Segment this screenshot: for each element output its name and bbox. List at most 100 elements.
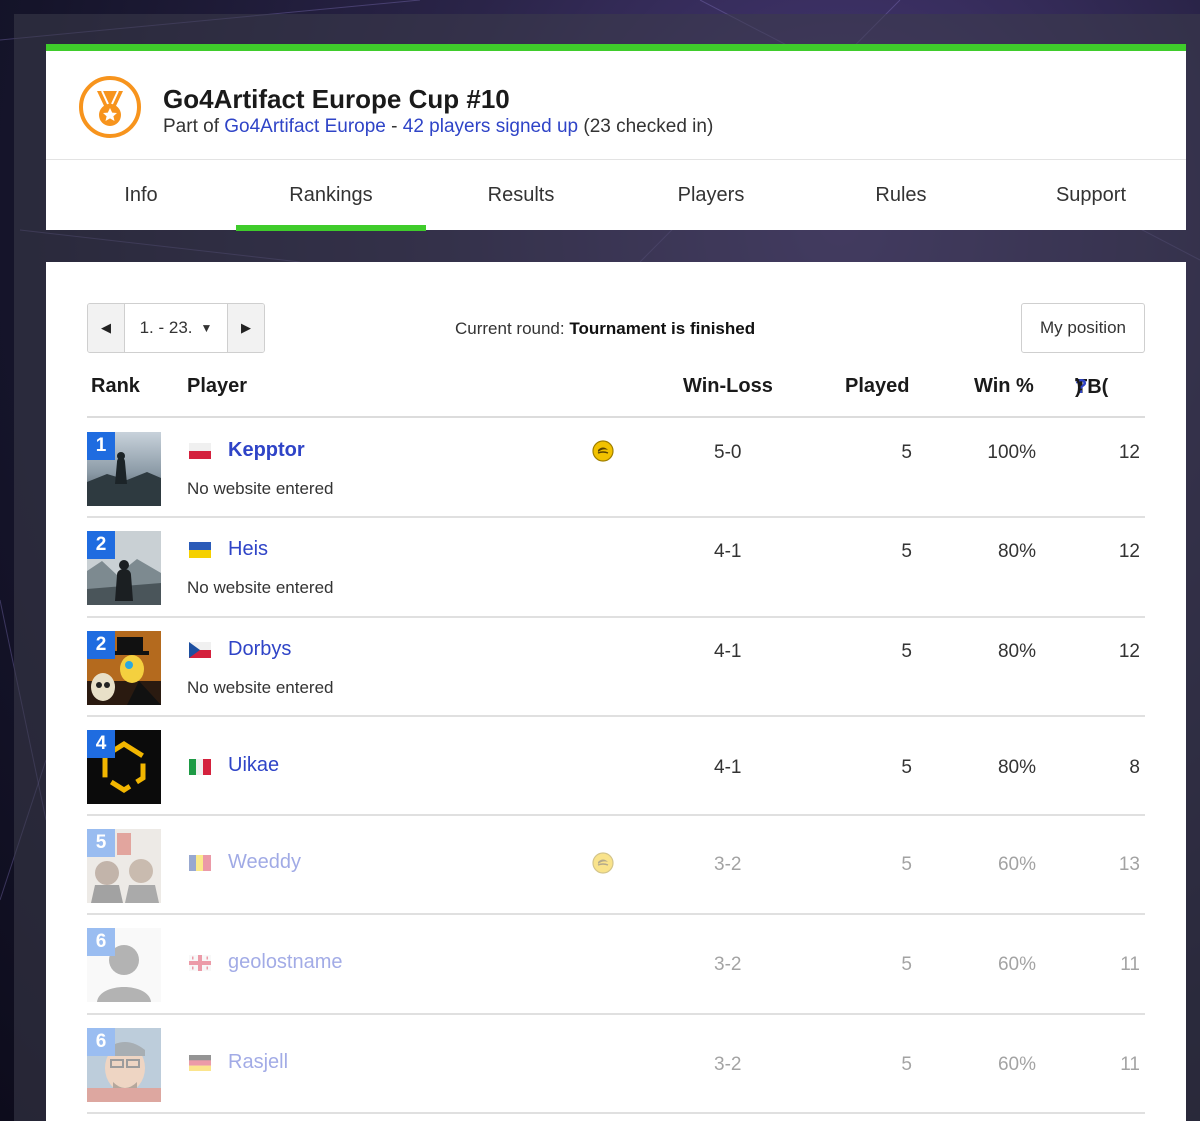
player-avatar[interactable]: 5 [87,829,161,904]
tournament-tabs: Info Rankings Results Players Rules Supp… [46,160,1186,231]
tab-results[interactable]: Results [426,160,616,230]
tiebreaker-value: 13 [1118,854,1140,876]
prev-page-button[interactable]: ◀ [88,304,125,352]
table-row: 2 Dorbys No website entered 4-1 5 80% 12 [87,618,1145,717]
tournament-header: Go4Artifact Europe Cup #10 Part of Go4Ar… [46,44,1186,231]
tournament-subtitle: Part of Go4Artifact Europe - 42 players … [163,116,713,138]
rankings-panel: ◀ 1. - 23. ▼ ▶ Current round: Tournament… [46,262,1186,1121]
tab-rankings[interactable]: Rankings [236,160,426,231]
tiebreaker-value: 11 [1120,1053,1140,1075]
flag-poland-icon [189,443,211,459]
rank-badge: 2 [87,531,115,560]
tiebreaker-value: 8 [1129,756,1140,778]
player-avatar[interactable]: 6 [87,1027,161,1102]
tiebreaker-value: 12 [1118,541,1140,563]
header-win-loss: Win-Loss [683,375,773,397]
flag-italy-icon [189,758,211,775]
premium-coin-icon [592,440,614,462]
header-win-pct: Win % [974,375,1034,397]
player-avatar[interactable]: 4 [87,729,161,804]
current-round-label: Current round: [455,319,565,338]
flag-georgia-icon [189,955,211,972]
table-row: 5 Weeddy 3-2 5 60% 13 [87,816,1145,916]
player-website: No website entered [187,479,334,498]
player-name[interactable]: Dorbys [228,638,291,661]
player-name[interactable]: Heis [228,538,268,561]
played-value: 5 [901,756,912,778]
win-pct-value: 60% [997,854,1036,876]
signed-up-link[interactable]: 42 players signed up [403,116,578,137]
rankings-table-header: Rank Player Win-Loss Played Win % TB( ? … [87,374,1145,418]
player-name[interactable]: Uikae [228,754,279,777]
win-loss-value: 4-1 [714,541,742,563]
player-avatar[interactable]: 6 [87,928,161,1003]
table-row: 6 geolostname 3-2 5 60% 11 [87,915,1145,1015]
table-row: 1 Kepptor No website entered 5-0 5 100% … [87,419,1145,519]
tab-rules[interactable]: Rules [806,160,996,230]
rank-badge: 2 [87,630,115,659]
tiebreaker-value: 12 [1118,640,1140,662]
header-rank: Rank [91,375,140,397]
tab-info[interactable]: Info [46,160,236,230]
win-pct-value: 60% [997,1053,1036,1075]
rank-badge: 4 [87,729,115,758]
player-name[interactable]: Rasjell [228,1051,288,1074]
current-round-value: Tournament is finished [569,319,756,338]
current-round: Current round: Tournament is finished [455,319,755,339]
range-value: 1. - 23. [139,318,193,337]
premium-coin-icon [592,852,614,874]
win-loss-value: 4-1 [714,756,742,778]
checked-in-count: (23 checked in) [583,116,714,137]
flag-czech-icon [189,641,211,658]
player-avatar[interactable]: 2 [87,531,161,606]
caret-down-icon: ▼ [200,321,213,335]
tab-support[interactable]: Support [996,160,1186,230]
table-row: 2 Heis No website entered 4-1 5 80% 12 [87,518,1145,618]
tiebreaker-value: 12 [1118,442,1140,463]
tiebreaker-value: 11 [1120,954,1140,976]
win-pct-value: 80% [997,541,1036,563]
rank-badge: 6 [87,928,115,957]
header-player: Player [187,375,248,397]
player-avatar[interactable]: 2 [87,630,161,705]
player-website: No website entered [187,578,334,598]
flag-ukraine-icon [189,542,211,559]
win-loss-value: 3-2 [714,854,742,876]
win-pct-value: 80% [997,640,1036,662]
tab-players[interactable]: Players [616,160,806,230]
win-pct-value: 100% [987,442,1036,463]
table-row: 6 Rasjell 3-2 5 60% 11 [87,1015,1145,1115]
player-website: No website entered [187,677,334,697]
part-of-label: Part of [163,116,219,137]
win-loss-value: 5-0 [714,442,742,463]
played-value: 5 [901,640,912,662]
player-name[interactable]: geolostname [228,951,343,974]
played-value: 5 [901,541,912,563]
win-pct-value: 80% [997,756,1036,778]
rank-badge: 5 [87,829,115,858]
medal-icon [78,75,142,139]
subtitle-separator: - [391,116,398,137]
win-loss-value: 3-2 [714,954,742,976]
flag-romania-icon [189,855,211,872]
flag-germany-icon [189,1054,211,1071]
played-value: 5 [901,954,912,976]
my-position-button[interactable]: My position [1021,303,1145,353]
header-played: Played [845,375,910,397]
player-name[interactable]: Kepptor [228,439,305,462]
rankings-table-body: 1 Kepptor No website entered 5-0 5 100% … [87,419,1145,1115]
win-pct-value: 60% [997,954,1036,976]
win-loss-value: 3-2 [714,1053,742,1075]
next-page-button[interactable]: ▶ [227,304,264,352]
rank-badge: 6 [87,1027,115,1056]
range-pager: ◀ 1. - 23. ▼ ▶ [87,303,265,353]
played-value: 5 [901,442,912,463]
table-row: 4 Uikae 4-1 5 80% 8 [87,717,1145,817]
player-avatar[interactable]: 1 [87,432,161,506]
win-loss-value: 4-1 [714,640,742,662]
series-link[interactable]: Go4Artifact Europe [224,116,386,137]
played-value: 5 [901,1053,912,1075]
player-name[interactable]: Weeddy [228,851,301,874]
range-select[interactable]: 1. - 23. ▼ [125,304,227,352]
tournament-title: Go4Artifact Europe Cup #10 [163,84,510,114]
